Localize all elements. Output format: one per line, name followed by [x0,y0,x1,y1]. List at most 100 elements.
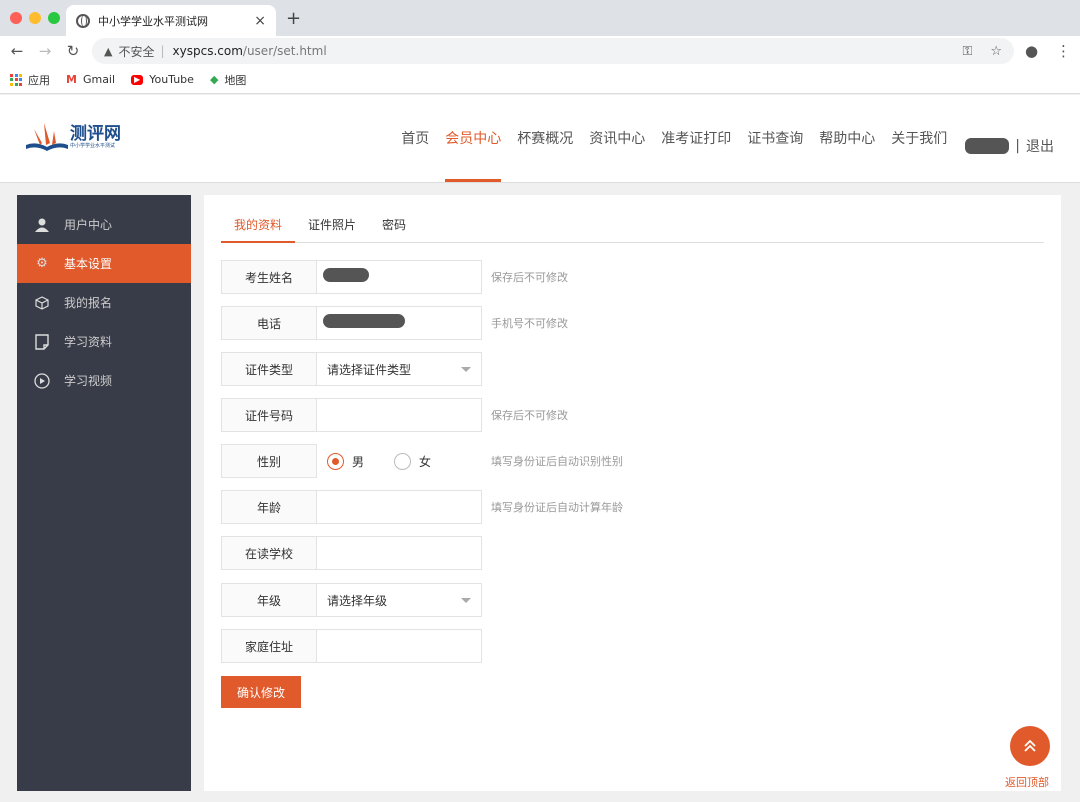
logo-text: 测评网 [70,123,121,144]
radio-unchecked-icon [394,452,412,470]
minimize-window-button[interactable] [29,12,41,24]
tab-my-profile[interactable]: 我的资料 [221,207,296,243]
sidebar-item-study-video[interactable]: 学习视频 [17,361,191,400]
sidebar-item-label: 基本设置 [64,257,113,271]
bookmark-maps[interactable]: ◆ 地图 [210,72,246,88]
nav-help[interactable]: 帮助中心 [819,128,875,182]
school-field[interactable] [317,536,482,570]
key-icon[interactable]: ⚿ [962,44,972,59]
back-to-top-label[interactable]: 返回顶部 [1005,774,1049,790]
id-type-select[interactable]: 请选择证件类型 [317,352,482,386]
sidebar-item-settings[interactable]: ⚙ 基本设置 [17,244,191,283]
nav-certificate[interactable]: 证书查询 [747,128,803,182]
star-icon[interactable]: ☆ [990,44,1002,59]
school-row: 在读学校 [221,536,482,570]
phone-field[interactable] [317,306,482,340]
redacted-username[interactable] [965,138,1010,154]
bookmark-gmail[interactable]: M Gmail [66,73,115,86]
browser-tab-bar: 中小学学业水平测试网 × + [0,0,1080,36]
logout-link[interactable]: 退出 [1026,136,1054,156]
book-logo-icon [24,121,70,153]
new-tab-button[interactable]: + [286,8,301,29]
gender-female-label: 女 [419,454,432,469]
gender-label: 性别 [221,444,317,478]
profile-tabs: 我的资料 证件照片 密码 [221,207,1044,243]
profile-icon[interactable]: ● [1025,42,1038,60]
age-label: 年龄 [221,490,317,524]
bookmark-youtube[interactable]: ▶ YouTube [131,73,194,86]
url-field[interactable]: ▲ 不安全 | xyspcs.com /user/set.html ⚿ ☆ [92,38,1014,64]
nav-competition[interactable]: 杯赛概况 [517,128,573,182]
id-type-label: 证件类型 [221,352,317,386]
id-number-field[interactable] [317,398,482,432]
sidebar-item-label: 学习视频 [64,374,113,388]
address-field[interactable] [317,629,482,663]
redacted-name [323,268,369,282]
close-tab-icon[interactable]: × [254,13,266,29]
id-number-input[interactable] [327,408,481,422]
sidebar-item-label: 用户中心 [64,218,113,232]
site-logo[interactable]: 测评网 中小学学业水平测试 [24,121,121,153]
sidebar: 用户中心 ⚙ 基本设置 我的报名 学习资料 学习视频 [17,195,191,791]
grade-label: 年级 [221,583,317,617]
gender-male-radio[interactable]: 男 [327,452,364,470]
logo-subtitle: 中小学学业水平测试 [70,142,116,149]
school-input[interactable] [327,546,481,560]
confirm-button[interactable]: 确认修改 [221,676,301,708]
reload-icon[interactable]: ↻ [62,42,84,60]
gear-icon: ⚙ [36,256,48,271]
age-hint: 填写身份证后自动计算年龄 [491,501,623,514]
bookmark-label: 应用 [28,73,50,87]
bookmark-label: Gmail [82,73,116,86]
sidebar-item-study-material[interactable]: 学习资料 [17,322,191,361]
back-to-top-button[interactable] [1010,726,1050,766]
address-label: 家庭住址 [221,629,317,663]
main-nav: 首页 会员中心 杯赛概况 资讯中心 准考证打印 证书查询 帮助中心 关于我们 |… [385,128,1054,182]
sidebar-item-label: 学习资料 [64,335,113,349]
id-number-row: 证件号码 保存后不可修改 [221,398,568,432]
sidebar-item-label: 我的报名 [64,296,113,310]
chevron-down-icon [461,367,471,372]
gender-row: 性别 男 女 填写身份证后自动识别性别 [221,444,623,478]
sidebar-item-user-center[interactable]: 用户中心 [17,205,191,244]
close-window-button[interactable] [10,12,22,24]
nav-admission-print[interactable]: 准考证打印 [661,128,731,182]
age-row: 年龄 填写身份证后自动计算年龄 [221,490,623,524]
browser-tab[interactable]: 中小学学业水平测试网 × [66,5,276,36]
nav-about[interactable]: 关于我们 [891,128,947,182]
id-number-hint: 保存后不可修改 [491,409,568,422]
school-label: 在读学校 [221,536,317,570]
bookmark-apps[interactable]: 应用 [10,72,50,88]
tab-id-photo[interactable]: 证件照片 [295,207,369,242]
back-icon[interactable]: ← [6,42,28,60]
main-panel: 我的资料 证件照片 密码 考生姓名 保存后不可修改 电话 手机号不可修改 证件类… [204,195,1061,791]
bookmark-label: 地图 [224,73,247,87]
tab-password[interactable]: 密码 [369,207,419,242]
more-menu-icon[interactable]: ⋮ [1056,42,1071,60]
youtube-icon: ▶ [131,74,144,85]
gender-options: 男 女 [317,444,482,478]
age-field[interactable] [317,490,482,524]
name-row: 考生姓名 保存后不可修改 [221,260,568,294]
address-input[interactable] [327,639,481,653]
grade-value: 请选择年级 [327,593,388,608]
apps-grid-icon [10,73,22,86]
gender-female-radio[interactable]: 女 [394,452,432,470]
name-label: 考生姓名 [221,260,317,294]
grade-select[interactable]: 请选择年级 [317,583,482,617]
url-separator: | [160,44,165,58]
url-path: /user/set.html [242,44,327,58]
forward-icon[interactable]: → [34,42,56,60]
age-input[interactable] [327,500,481,514]
play-icon [34,372,50,389]
nav-news[interactable]: 资讯中心 [589,128,645,182]
name-field[interactable] [317,260,482,294]
sidebar-item-my-registration[interactable]: 我的报名 [17,283,191,322]
warning-icon: ▲ [104,44,113,58]
insecure-label: 不安全 [118,44,155,59]
nav-home[interactable]: 首页 [401,128,429,182]
document-icon [34,333,50,350]
phone-label: 电话 [221,306,317,340]
maximize-window-button[interactable] [48,12,60,24]
nav-member-center[interactable]: 会员中心 [445,128,502,182]
